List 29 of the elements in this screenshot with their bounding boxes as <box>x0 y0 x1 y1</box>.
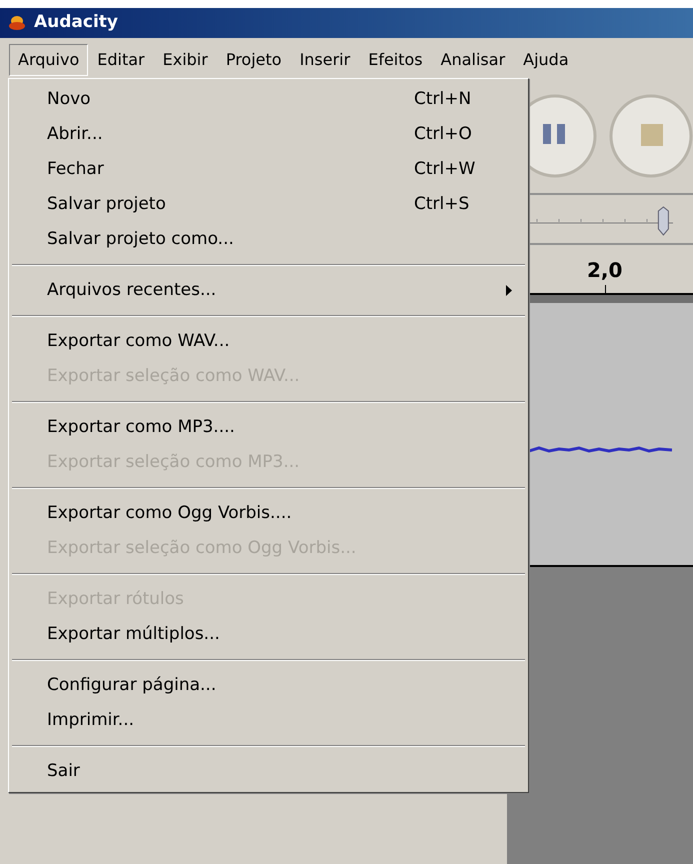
menu-bar-item[interactable]: Efeitos <box>359 44 432 76</box>
menu-item[interactable]: Configurar página... <box>9 668 528 703</box>
shortcut-label: Ctrl+W <box>414 158 476 181</box>
shortcut-label: Ctrl+N <box>414 88 472 111</box>
stop-button[interactable] <box>609 94 693 178</box>
menu-bar-item[interactable]: Arquivo <box>9 44 88 76</box>
shortcut-label: Ctrl+O <box>414 122 473 146</box>
menu-item[interactable]: Fechar Ctrl+W <box>9 152 528 187</box>
app-icon <box>8 15 26 31</box>
menu-item[interactable]: Exportar como WAV... <box>9 324 528 359</box>
menu-item[interactable]: Sair <box>9 754 528 789</box>
menu-item[interactable]: Novo Ctrl+N <box>9 82 528 117</box>
menu-bar-item[interactable]: Projeto <box>216 44 291 76</box>
menu-item[interactable]: Abrir... Ctrl+O <box>9 117 528 152</box>
menu-item[interactable]: Exportar como MP3.... <box>9 410 528 445</box>
menu-item[interactable]: Exportar como Ogg Vorbis.... <box>9 496 528 531</box>
menu-item[interactable]: Arquivos recentes... <box>9 273 528 308</box>
menu-bar-item[interactable]: Exibir <box>154 44 217 76</box>
menu-bar-item[interactable]: Editar <box>88 44 154 76</box>
window-title: Audacity <box>34 11 118 34</box>
menu-bar-item[interactable]: Analisar <box>432 44 514 76</box>
menu-item[interactable]: Salvar projeto como... <box>9 222 528 257</box>
menu-bar-item[interactable]: Inserir <box>290 44 360 76</box>
shortcut-label: Ctrl+S <box>414 192 470 216</box>
menu-item[interactable]: Exportar múltiplos... <box>9 617 528 652</box>
menu-item[interactable]: Salvar projeto Ctrl+S <box>9 187 528 222</box>
menu-bar-item[interactable]: Ajuda <box>514 44 578 76</box>
ruler-label: 2,0 <box>587 257 622 284</box>
menu-item[interactable]: Imprimir... <box>9 703 528 738</box>
